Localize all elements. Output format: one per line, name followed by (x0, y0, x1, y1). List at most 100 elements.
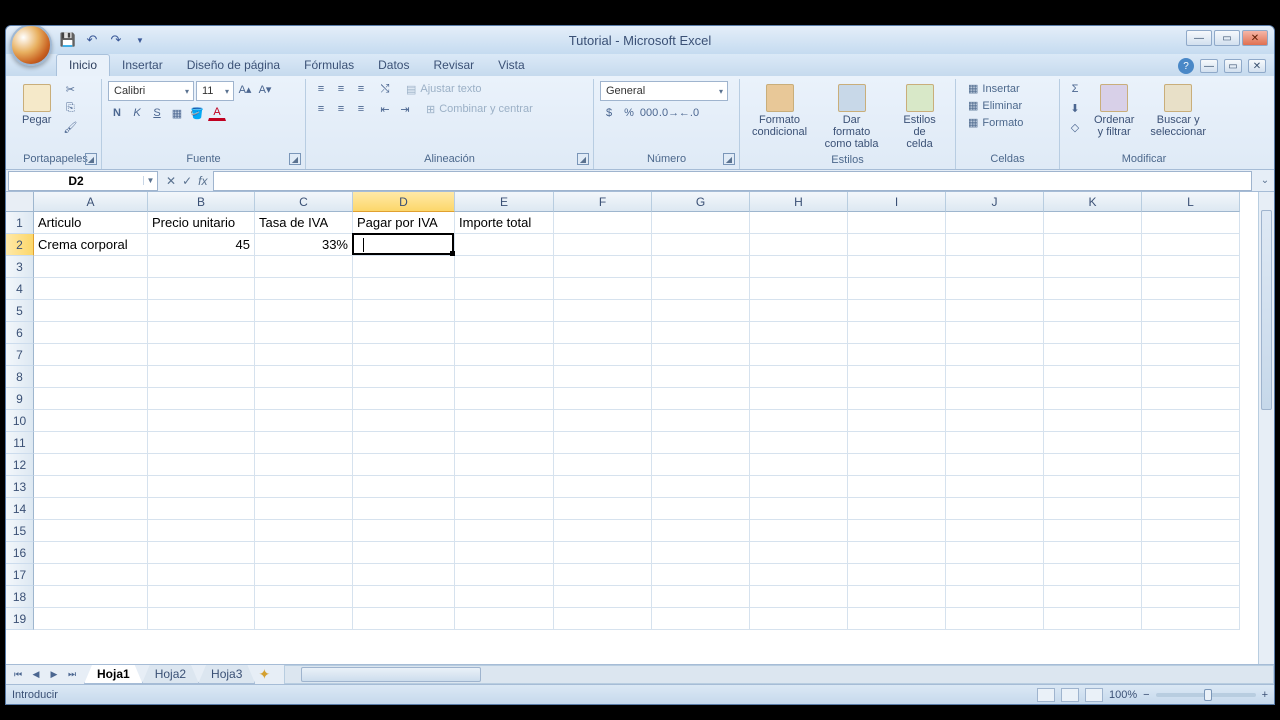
workbook-minimize-button[interactable]: — (1200, 59, 1218, 73)
tab-vista[interactable]: Vista (486, 55, 536, 76)
cell-H18[interactable] (750, 586, 848, 608)
column-header-D[interactable]: D (353, 192, 455, 212)
cell-J1[interactable] (946, 212, 1044, 234)
cell-L10[interactable] (1142, 410, 1240, 432)
orientation-icon[interactable]: ⤭ (376, 81, 394, 97)
row-header-19[interactable]: 19 (6, 608, 34, 630)
cell-C9[interactable] (255, 388, 353, 410)
cell-L6[interactable] (1142, 322, 1240, 344)
cell-G10[interactable] (652, 410, 750, 432)
cell-J9[interactable] (946, 388, 1044, 410)
row-header-8[interactable]: 8 (6, 366, 34, 388)
cell-K6[interactable] (1044, 322, 1142, 344)
row-header-12[interactable]: 12 (6, 454, 34, 476)
vertical-scrollbar-thumb[interactable] (1261, 210, 1272, 410)
cell-A5[interactable] (34, 300, 148, 322)
cell-H11[interactable] (750, 432, 848, 454)
copy-icon[interactable]: ⎘ (61, 100, 79, 116)
name-box-dropdown-icon[interactable]: ▼ (143, 176, 157, 185)
cell-I19[interactable] (848, 608, 946, 630)
fx-icon[interactable]: fx (198, 174, 207, 188)
cell-L17[interactable] (1142, 564, 1240, 586)
cell-E9[interactable] (455, 388, 554, 410)
column-header-J[interactable]: J (946, 192, 1044, 212)
cell-A17[interactable] (34, 564, 148, 586)
cell-L1[interactable] (1142, 212, 1240, 234)
cell-I15[interactable] (848, 520, 946, 542)
cell-E7[interactable] (455, 344, 554, 366)
cell-A10[interactable] (34, 410, 148, 432)
cell-K10[interactable] (1044, 410, 1142, 432)
number-format-combo[interactable]: General (600, 81, 728, 101)
cell-I10[interactable] (848, 410, 946, 432)
enter-edit-icon[interactable]: ✓ (182, 174, 192, 188)
cell-D4[interactable] (353, 278, 455, 300)
fill-color-icon[interactable]: 🪣 (188, 105, 206, 121)
name-box[interactable]: D2 ▼ (8, 171, 158, 191)
cell-C12[interactable] (255, 454, 353, 476)
cell-J15[interactable] (946, 520, 1044, 542)
cell-G18[interactable] (652, 586, 750, 608)
increase-indent-icon[interactable]: ⇥ (396, 101, 414, 117)
cell-C16[interactable] (255, 542, 353, 564)
cell-G19[interactable] (652, 608, 750, 630)
tab-insertar[interactable]: Insertar (110, 55, 175, 76)
column-header-L[interactable]: L (1142, 192, 1240, 212)
horizontal-scrollbar-thumb[interactable] (301, 667, 481, 682)
sort-filter-button[interactable]: Ordenar y filtrar (1088, 81, 1140, 141)
font-launcher-icon[interactable]: ◢ (289, 153, 301, 165)
column-header-A[interactable]: A (34, 192, 148, 212)
cell-G1[interactable] (652, 212, 750, 234)
cell-F3[interactable] (554, 256, 652, 278)
cell-K14[interactable] (1044, 498, 1142, 520)
cell-H17[interactable] (750, 564, 848, 586)
cell-I1[interactable] (848, 212, 946, 234)
cell-L11[interactable] (1142, 432, 1240, 454)
merge-center-button[interactable]: ⊞Combinar y centrar (420, 101, 539, 117)
column-header-K[interactable]: K (1044, 192, 1142, 212)
cell-L18[interactable] (1142, 586, 1240, 608)
cell-F18[interactable] (554, 586, 652, 608)
font-color-icon[interactable]: A (208, 105, 226, 121)
row-header-5[interactable]: 5 (6, 300, 34, 322)
cell-J10[interactable] (946, 410, 1044, 432)
row-header-4[interactable]: 4 (6, 278, 34, 300)
cell-J7[interactable] (946, 344, 1044, 366)
cell-H12[interactable] (750, 454, 848, 476)
cell-G11[interactable] (652, 432, 750, 454)
cell-G2[interactable] (652, 234, 750, 256)
cell-K5[interactable] (1044, 300, 1142, 322)
comma-format-icon[interactable]: 000 (640, 105, 658, 121)
cell-F16[interactable] (554, 542, 652, 564)
row-header-13[interactable]: 13 (6, 476, 34, 498)
bold-button[interactable]: N (108, 105, 126, 121)
cell-A6[interactable] (34, 322, 148, 344)
cell-H8[interactable] (750, 366, 848, 388)
align-middle-icon[interactable]: ≡ (332, 81, 350, 97)
align-bottom-icon[interactable]: ≡ (352, 81, 370, 97)
sheet-nav-first-icon[interactable]: ⏮ (10, 669, 26, 680)
cell-F2[interactable] (554, 234, 652, 256)
cell-styles-button[interactable]: Estilos de celda (890, 81, 949, 153)
cell-E16[interactable] (455, 542, 554, 564)
cell-H15[interactable] (750, 520, 848, 542)
cut-icon[interactable]: ✂ (61, 81, 79, 97)
cell-D1[interactable]: Pagar por IVA (353, 212, 455, 234)
sheet-nav-next-icon[interactable]: ▶ (46, 669, 62, 680)
zoom-out-icon[interactable]: − (1143, 689, 1149, 701)
percent-format-icon[interactable]: % (620, 105, 638, 121)
cell-B3[interactable] (148, 256, 255, 278)
cell-A18[interactable] (34, 586, 148, 608)
row-header-18[interactable]: 18 (6, 586, 34, 608)
cell-C14[interactable] (255, 498, 353, 520)
column-header-E[interactable]: E (455, 192, 554, 212)
cell-J8[interactable] (946, 366, 1044, 388)
decrease-indent-icon[interactable]: ⇤ (376, 101, 394, 117)
row-header-1[interactable]: 1 (6, 212, 34, 234)
row-header-10[interactable]: 10 (6, 410, 34, 432)
cell-K7[interactable] (1044, 344, 1142, 366)
cell-J4[interactable] (946, 278, 1044, 300)
conditional-format-button[interactable]: Formato condicional (746, 81, 813, 141)
cell-I12[interactable] (848, 454, 946, 476)
cell-F19[interactable] (554, 608, 652, 630)
